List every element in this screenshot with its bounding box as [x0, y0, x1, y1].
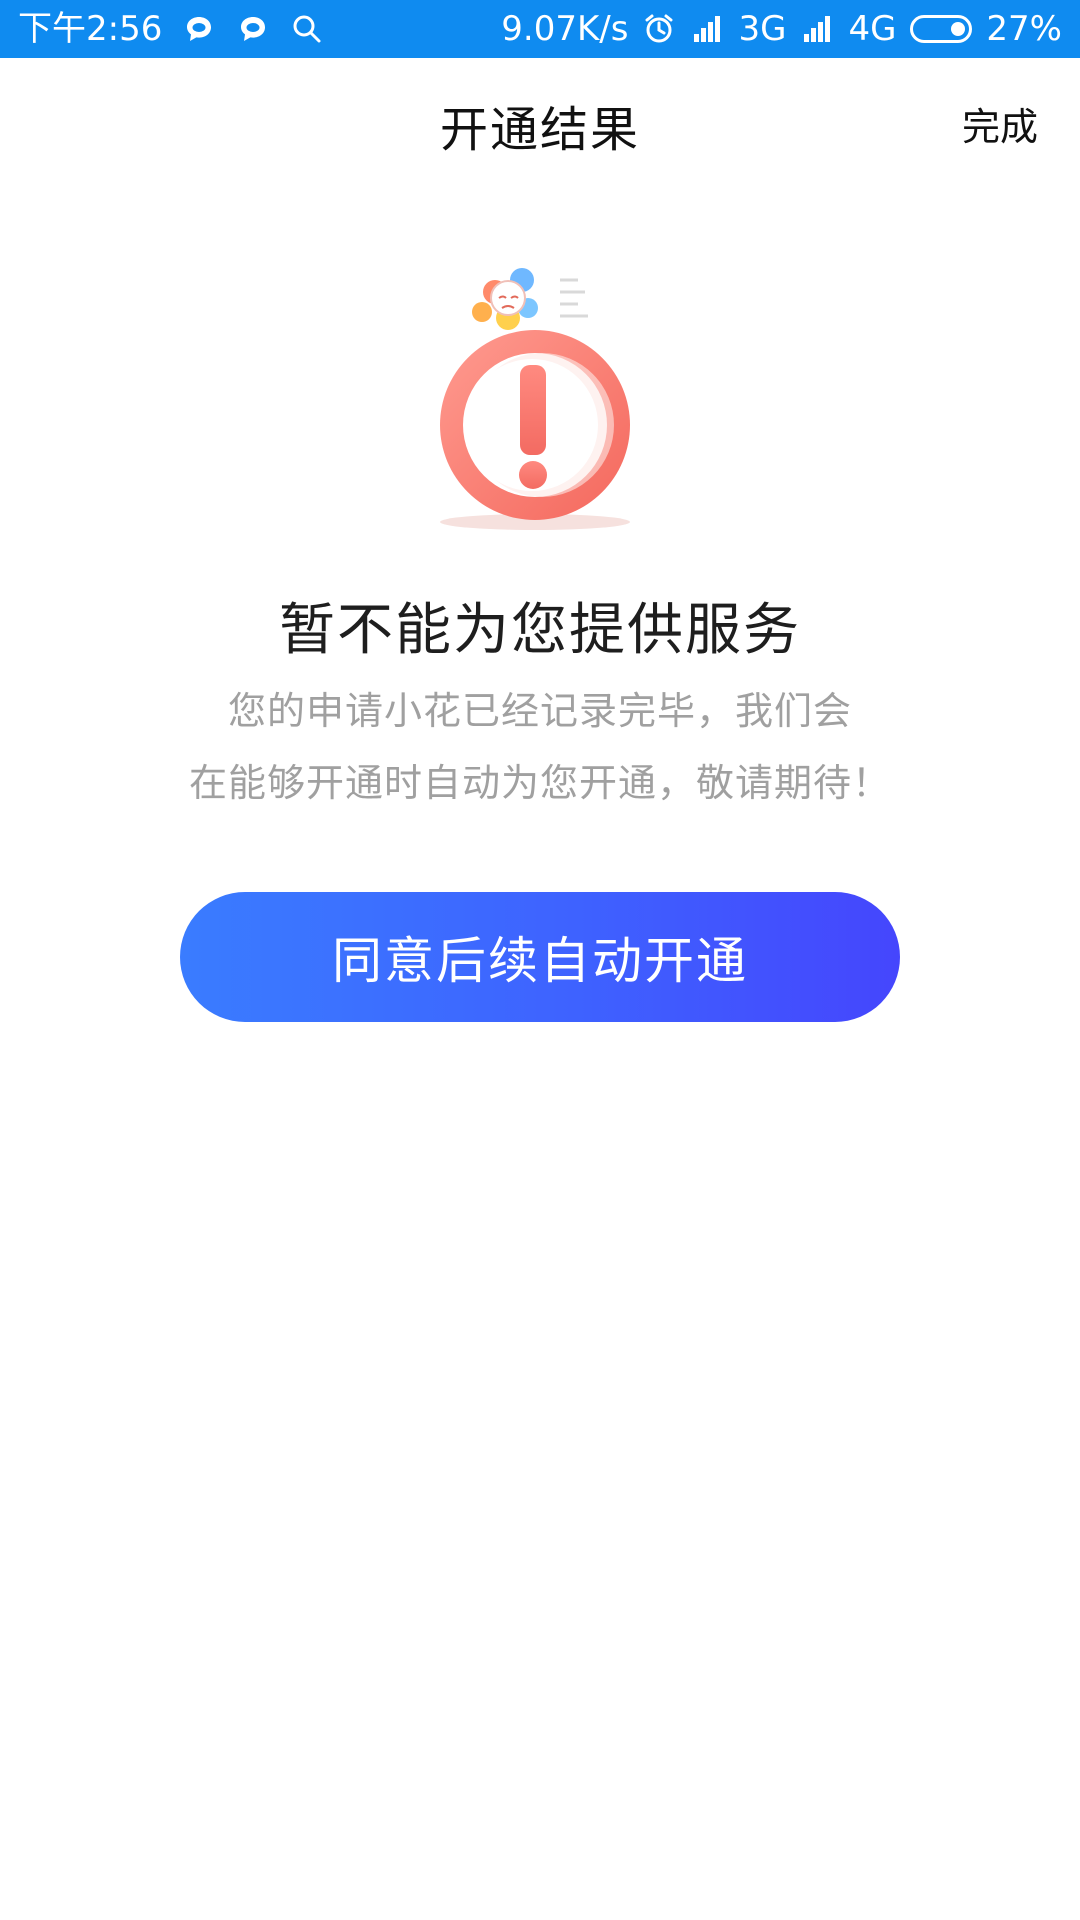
done-button[interactable]: 完成 [962, 96, 1038, 151]
sim1-network-type: 3G [738, 9, 787, 49]
result-description-line-2: 在能够开通时自动为您开通，敬请期待！ [188, 761, 891, 805]
result-headline: 暂不能为您提供服务 [279, 598, 801, 663]
chat-bubble-icon [236, 12, 270, 46]
agree-auto-activate-button[interactable]: 同意后续自动开通 [180, 892, 900, 1022]
alarm-icon [642, 12, 676, 46]
signal-icon [690, 12, 724, 46]
battery-percent: 27% [986, 9, 1062, 49]
chat-bubble-icon [182, 12, 216, 46]
result-description-line-1: 您的申请小花已经记录完毕，我们会 [227, 689, 852, 733]
search-icon [290, 12, 324, 46]
status-bar: 下午2:56 9.07K/s 3G 4G 27% [0, 0, 1080, 58]
status-time: 下午2:56 [18, 9, 163, 49]
warning-exclamation-illustration [410, 260, 670, 540]
nav-bar: 开通结果 完成 [0, 58, 1080, 178]
status-right: 9.07K/s 3G 4G 27% [501, 12, 1062, 46]
page-title: 开通结果 [439, 102, 640, 158]
sim2-network-type: 4G [848, 9, 897, 49]
battery-icon [910, 15, 973, 43]
status-left: 下午2:56 [18, 12, 324, 46]
network-speed: 9.07K/s [501, 9, 629, 49]
signal-icon [800, 12, 834, 46]
